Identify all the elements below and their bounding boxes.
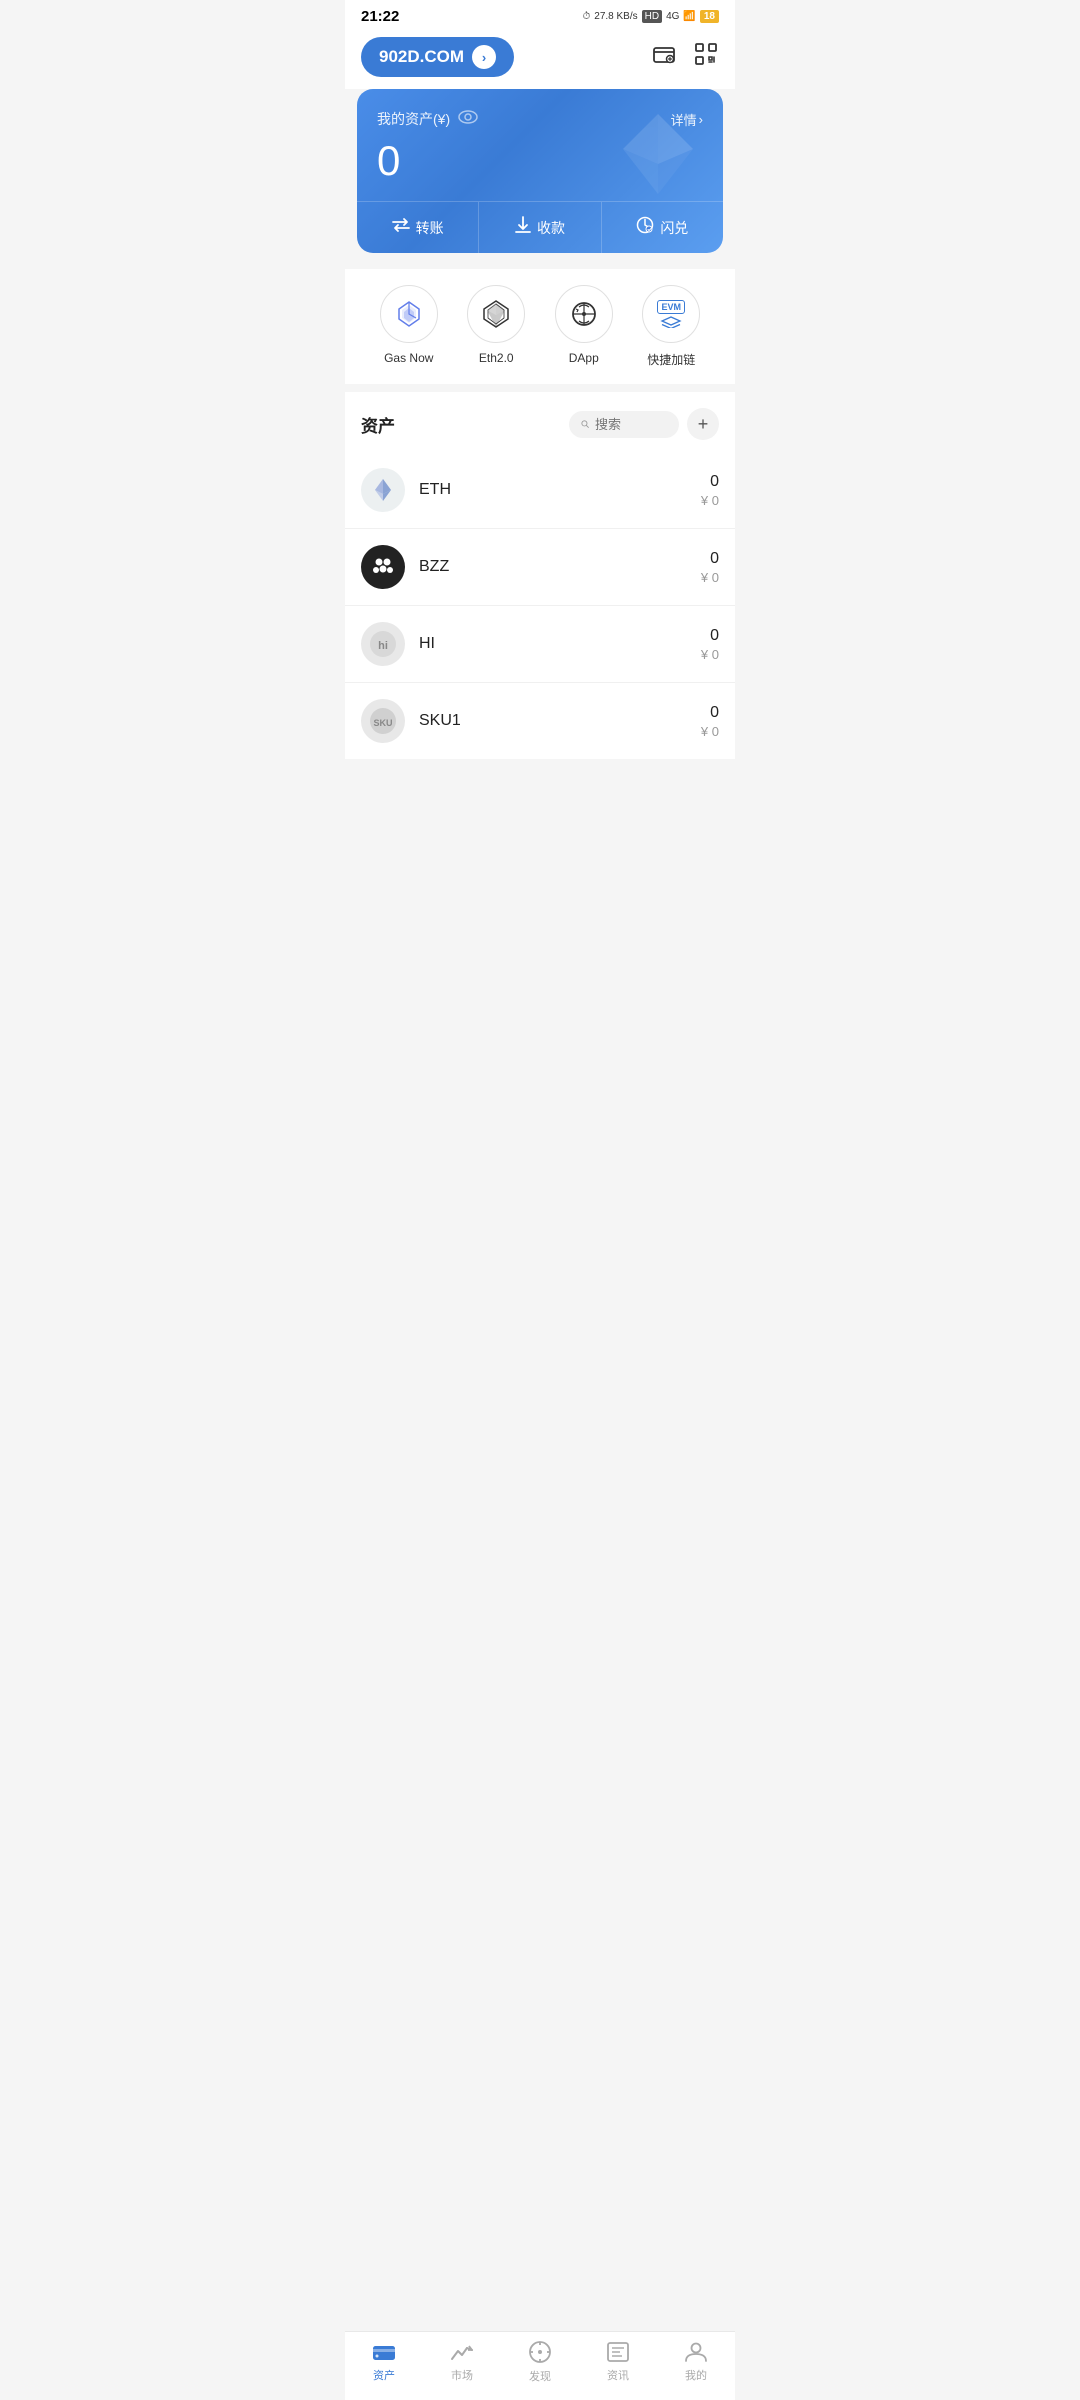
transfer-icon bbox=[392, 217, 410, 238]
asset-label: 我的资产(¥) bbox=[377, 109, 478, 129]
eye-icon[interactable] bbox=[458, 110, 478, 129]
receive-icon bbox=[515, 216, 531, 239]
transfer-label: 转账 bbox=[416, 218, 444, 238]
hi-logo: hi bbox=[361, 622, 405, 666]
discover-nav-label: 发现 bbox=[529, 2368, 551, 2384]
eth-values: 0 ¥ 0 bbox=[701, 473, 719, 508]
nav-item-mine[interactable]: 我的 bbox=[666, 2341, 726, 2383]
flash-icon bbox=[636, 216, 654, 239]
transfer-button[interactable]: 转账 bbox=[357, 202, 479, 253]
market-nav-label: 市场 bbox=[451, 2367, 473, 2383]
search-icon bbox=[581, 417, 589, 431]
asset-item-sku1[interactable]: SKU SKU1 0 ¥ 0 bbox=[345, 683, 735, 759]
evm-badge: EVM bbox=[657, 300, 685, 315]
assets-nav-label: 资产 bbox=[373, 2367, 395, 2383]
asset-item-bzz[interactable]: BZZ 0 ¥ 0 bbox=[345, 529, 735, 606]
add-asset-button[interactable]: + bbox=[687, 408, 719, 440]
nav-item-assets[interactable]: 资产 bbox=[354, 2341, 414, 2383]
signal-text: 4G bbox=[666, 11, 679, 22]
svg-text:hi: hi bbox=[378, 640, 388, 652]
quick-item-eth2[interactable]: Eth2.0 bbox=[467, 285, 525, 368]
sku1-logo: SKU bbox=[361, 699, 405, 743]
discover-nav-icon bbox=[528, 2340, 552, 2364]
battery-icon: 18 bbox=[700, 10, 719, 23]
nav-item-news[interactable]: 资讯 bbox=[588, 2341, 648, 2383]
quick-item-dapp[interactable]: DApp bbox=[555, 285, 613, 368]
assets-nav-icon bbox=[372, 2341, 396, 2363]
assets-search-area: + bbox=[569, 408, 719, 440]
receive-button[interactable]: 收款 bbox=[479, 202, 601, 253]
hi-cny: ¥ 0 bbox=[701, 647, 719, 662]
quick-chain-label: 快捷加链 bbox=[647, 351, 695, 368]
scan-icon[interactable] bbox=[693, 41, 719, 73]
eth-logo bbox=[361, 468, 405, 512]
eth2-label: Eth2.0 bbox=[479, 351, 514, 365]
mine-nav-label: 我的 bbox=[685, 2367, 707, 2383]
gas-now-circle bbox=[380, 285, 438, 343]
asset-item-hi[interactable]: hi HI 0 ¥ 0 bbox=[345, 606, 735, 683]
wallet-add-icon[interactable] bbox=[651, 41, 677, 73]
asset-actions: 转账 收款 闪兑 bbox=[357, 201, 723, 253]
asset-item-eth[interactable]: ETH 0 ¥ 0 bbox=[345, 452, 735, 529]
receive-label: 收款 bbox=[537, 218, 565, 238]
status-time: 21:22 bbox=[361, 8, 399, 25]
dapp-label: DApp bbox=[569, 351, 599, 365]
bzz-balance: 0 bbox=[701, 550, 719, 568]
logo-arrow: › bbox=[472, 45, 496, 69]
eth2-circle bbox=[467, 285, 525, 343]
eth-watermark bbox=[613, 109, 703, 204]
hi-balance: 0 bbox=[701, 627, 719, 645]
status-icons: ⏱ 27.8 KB/s HD 4G 📶 18 bbox=[582, 10, 719, 23]
search-input[interactable] bbox=[595, 417, 667, 432]
flash-button[interactable]: 闪兑 bbox=[602, 202, 723, 253]
nav-item-discover[interactable]: 发现 bbox=[510, 2340, 570, 2384]
hi-values: 0 ¥ 0 bbox=[701, 627, 719, 662]
hi-name: HI bbox=[419, 635, 701, 653]
news-nav-label: 资讯 bbox=[607, 2367, 629, 2383]
sku1-values: 0 ¥ 0 bbox=[701, 704, 719, 739]
gas-now-label: Gas Now bbox=[384, 351, 433, 365]
assets-section: 资产 + ETH 0 ¥ 0 bbox=[345, 392, 735, 759]
quick-chain-circle: EVM bbox=[642, 285, 700, 343]
header-actions bbox=[651, 41, 719, 73]
flash-label: 闪兑 bbox=[660, 218, 688, 238]
bottom-nav: 资产 市场 发现 资讯 bbox=[345, 2331, 735, 2400]
header: 902D.COM › bbox=[345, 29, 735, 89]
asset-label-text: 我的资产(¥) bbox=[377, 109, 450, 129]
logo-button[interactable]: 902D.COM › bbox=[361, 37, 514, 77]
sku1-name: SKU1 bbox=[419, 712, 701, 730]
sku1-balance: 0 bbox=[701, 704, 719, 722]
assets-title: 资产 bbox=[361, 412, 395, 437]
search-box bbox=[569, 411, 679, 438]
bzz-name: BZZ bbox=[419, 558, 701, 576]
bzz-cny: ¥ 0 bbox=[701, 570, 719, 585]
assets-header: 资产 + bbox=[345, 392, 735, 452]
nav-item-market[interactable]: 市场 bbox=[432, 2341, 492, 2383]
eth-cny: ¥ 0 bbox=[701, 493, 719, 508]
speed-text: 27.8 KB/s bbox=[594, 11, 637, 22]
eth-name: ETH bbox=[419, 481, 701, 499]
signal-bars: 📶 bbox=[683, 11, 695, 22]
svg-text:SKU: SKU bbox=[373, 718, 392, 728]
speed-icon: ⏱ bbox=[582, 11, 590, 22]
asset-card: 我的资产(¥) 详情 › 0 bbox=[357, 89, 723, 253]
eth-balance: 0 bbox=[701, 473, 719, 491]
dapp-circle bbox=[555, 285, 613, 343]
logo-text: 902D.COM bbox=[379, 47, 464, 67]
market-nav-icon bbox=[450, 2341, 474, 2363]
bzz-logo bbox=[361, 545, 405, 589]
status-bar: 21:22 ⏱ 27.8 KB/s HD 4G 📶 18 bbox=[345, 0, 735, 29]
bzz-values: 0 ¥ 0 bbox=[701, 550, 719, 585]
hd-badge: HD bbox=[642, 10, 662, 23]
mine-nav-icon bbox=[684, 2341, 708, 2363]
sku1-cny: ¥ 0 bbox=[701, 724, 719, 739]
quick-item-quick-chain[interactable]: EVM 快捷加链 bbox=[642, 285, 700, 368]
news-nav-icon bbox=[606, 2341, 630, 2363]
quick-icons: Gas Now Eth2.0 bbox=[345, 269, 735, 384]
quick-item-gas-now[interactable]: Gas Now bbox=[380, 285, 438, 368]
